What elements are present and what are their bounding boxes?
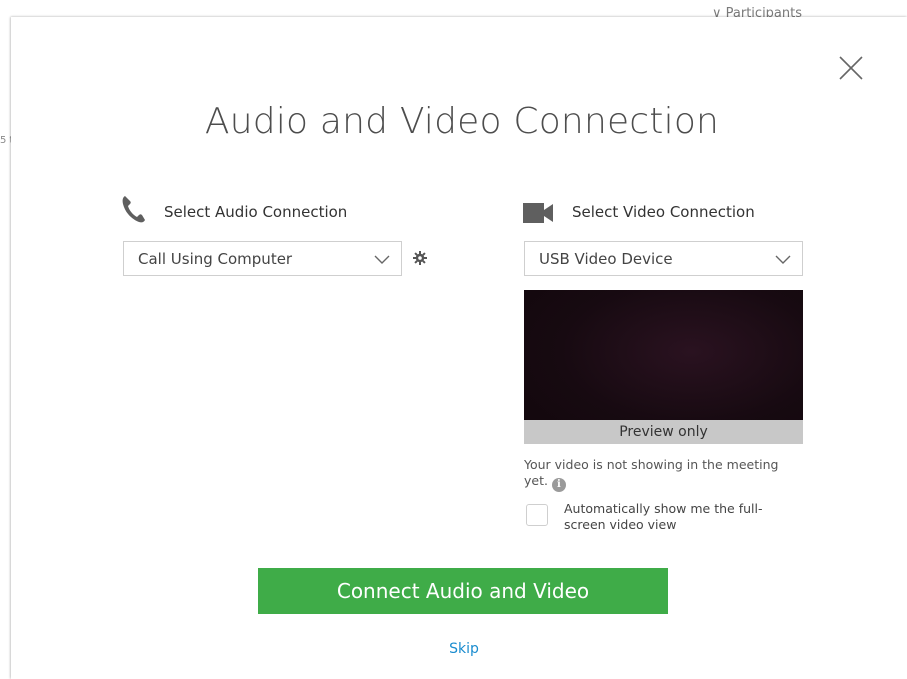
- dialog-title: Audio and Video Connection: [204, 101, 720, 142]
- preview-only-label: Preview only: [524, 420, 803, 444]
- chevron-down-icon: [374, 255, 390, 264]
- auto-fullscreen-checkbox[interactable]: [526, 504, 548, 526]
- chevron-down-icon: [775, 255, 791, 264]
- gear-icon[interactable]: [413, 251, 427, 265]
- info-icon[interactable]: i: [551, 478, 566, 492]
- video-section-label: Select Video Connection: [572, 203, 755, 221]
- close-icon: [839, 56, 863, 80]
- video-connection-value: USB Video Device: [539, 250, 673, 268]
- video-camera-icon: [523, 203, 553, 223]
- audio-connection-select[interactable]: Call Using Computer: [123, 241, 402, 276]
- video-not-showing-note: Your video is not showing in the meeting…: [524, 457, 804, 492]
- skip-link[interactable]: Skip: [0, 641, 907, 657]
- audio-connection-value: Call Using Computer: [138, 250, 293, 268]
- auto-fullscreen-label[interactable]: Automatically show me the full-screen vi…: [564, 501, 774, 533]
- video-preview: Preview only: [524, 290, 803, 444]
- audio-section-label: Select Audio Connection: [164, 203, 348, 221]
- connect-audio-video-button[interactable]: Connect Audio and Video: [258, 568, 668, 614]
- close-button[interactable]: [837, 54, 865, 82]
- phone-icon: [122, 196, 145, 223]
- video-connection-select[interactable]: USB Video Device: [524, 241, 803, 276]
